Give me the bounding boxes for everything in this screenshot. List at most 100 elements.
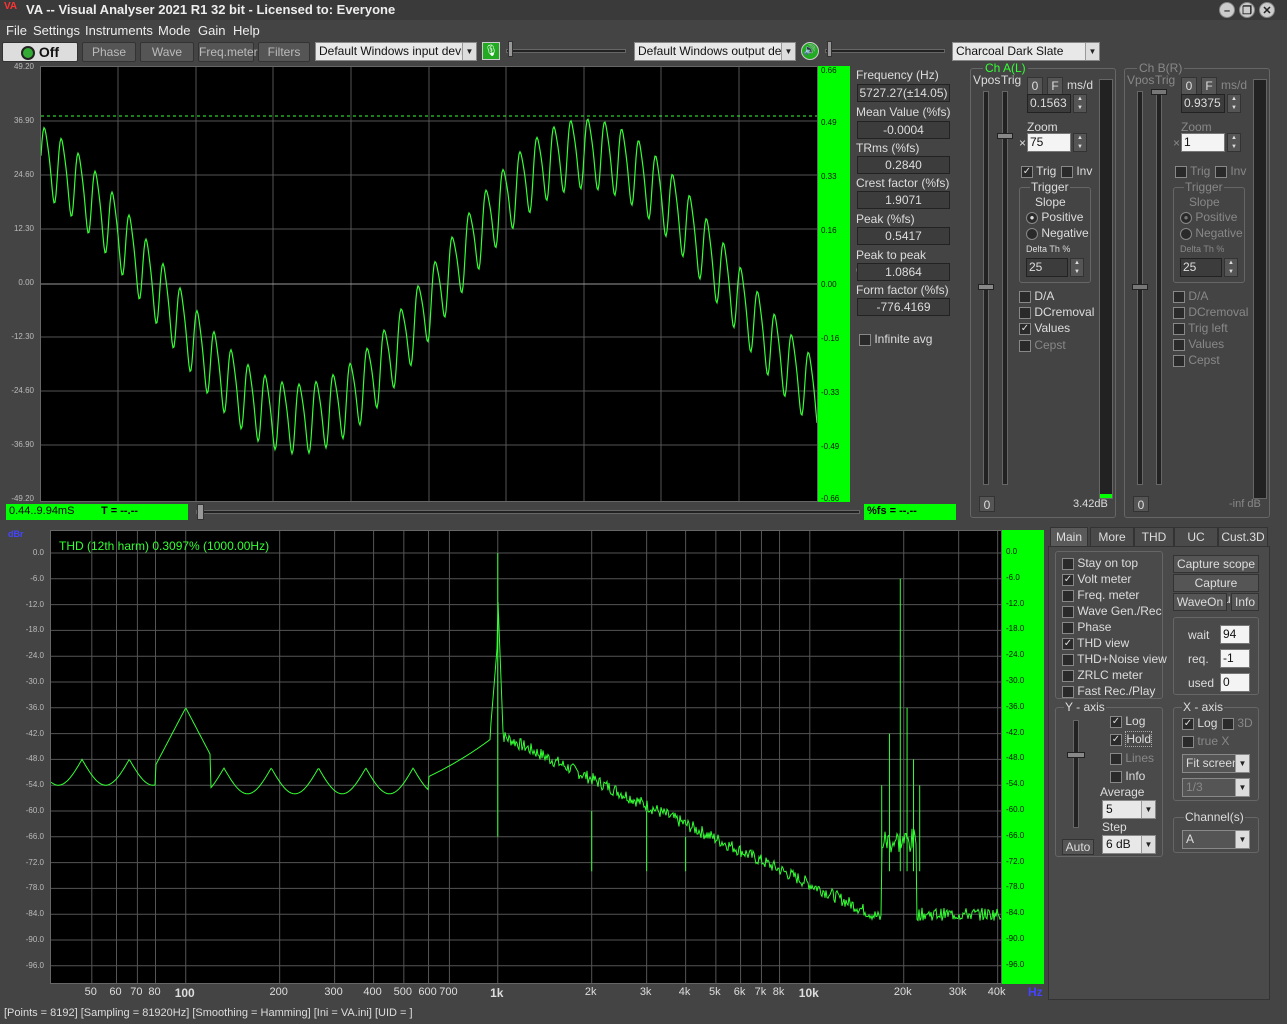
da-checkbox[interactable]: D/A bbox=[1019, 289, 1054, 303]
channels-select[interactable]: A ▼ bbox=[1182, 830, 1250, 849]
step-select[interactable]: 6 dB ▼ bbox=[1102, 835, 1156, 854]
truex-checkbox[interactable]: true X bbox=[1182, 734, 1229, 748]
cepst-checkbox[interactable]: Cepst bbox=[1173, 353, 1220, 367]
capture-scope-button[interactable]: Capture scope bbox=[1173, 555, 1259, 573]
zero-button[interactable]: 0 bbox=[1181, 77, 1197, 95]
tab-main[interactable]: Main bbox=[1050, 527, 1088, 547]
fast-rec-checkbox[interactable]: Fast Rec./Play bbox=[1062, 684, 1155, 698]
delta-input[interactable]: 25 bbox=[1180, 258, 1222, 277]
delta-input[interactable]: 25 bbox=[1026, 258, 1068, 277]
positive-radio[interactable]: ● Positive bbox=[1180, 210, 1237, 224]
tab-more[interactable]: More bbox=[1090, 527, 1134, 547]
dcremoval-checkbox[interactable]: DCremoval bbox=[1173, 305, 1248, 319]
filters-button[interactable]: Filters bbox=[258, 42, 310, 62]
microphone-icon[interactable]: 🎙 bbox=[482, 42, 500, 60]
x-log-checkbox[interactable]: ✓ Log bbox=[1182, 716, 1217, 730]
phase-button[interactable]: Phase bbox=[82, 42, 136, 62]
spectrum-display[interactable]: THD (12th harm) 0.3097% (1000.00Hz) bbox=[50, 530, 1002, 984]
cha-bottom-zero[interactable]: 0 bbox=[979, 496, 995, 512]
vpos-thumb[interactable] bbox=[978, 284, 994, 290]
minimize-icon[interactable]: – bbox=[1219, 2, 1235, 18]
lines-checkbox[interactable]: Lines bbox=[1110, 751, 1154, 765]
msd-spinner[interactable]: ▲ ▼ bbox=[1227, 94, 1241, 113]
positive-radio[interactable]: ● Positive bbox=[1026, 210, 1083, 224]
inv-checkbox[interactable]: Inv bbox=[1061, 164, 1092, 178]
vpos-thumb[interactable] bbox=[1132, 284, 1148, 290]
zoom-input[interactable]: 1 bbox=[1181, 133, 1225, 152]
f-button[interactable]: F bbox=[1047, 77, 1063, 95]
trig-thumb[interactable] bbox=[1151, 89, 1167, 95]
octave-select[interactable]: 1/3 ▼ bbox=[1182, 778, 1250, 797]
zero-button[interactable]: 0 bbox=[1027, 77, 1043, 95]
y-axis-slider[interactable] bbox=[1073, 720, 1079, 828]
theme-select[interactable]: Charcoal Dark Slate ▼ bbox=[952, 42, 1100, 61]
auto-button[interactable]: Auto bbox=[1062, 839, 1094, 855]
trig-left-checkbox[interactable]: Trig left bbox=[1173, 321, 1228, 335]
tab-thd[interactable]: THD bbox=[1134, 527, 1174, 547]
input-device-select[interactable]: Default Windows input device ▼ bbox=[315, 42, 477, 61]
zoom-input[interactable]: 75 bbox=[1027, 133, 1071, 152]
negative-radio[interactable]: Negative bbox=[1026, 226, 1089, 240]
y-axis-thumb[interactable] bbox=[1067, 752, 1085, 758]
hold-checkbox[interactable]: ✓ Hold bbox=[1110, 731, 1153, 747]
capture-spectrum-button[interactable]: Capture spectrum bbox=[1173, 574, 1259, 606]
zoom-spinner[interactable]: ▲ ▼ bbox=[1227, 133, 1241, 152]
restore-icon[interactable]: ❐ bbox=[1239, 2, 1255, 18]
phase-checkbox[interactable]: Phase bbox=[1062, 620, 1111, 634]
close-icon[interactable]: ✕ bbox=[1259, 2, 1275, 18]
msd-input[interactable]: 0.1563 bbox=[1027, 94, 1071, 113]
oscilloscope-display[interactable] bbox=[40, 66, 818, 502]
values-checkbox[interactable]: ✓ Values bbox=[1019, 321, 1070, 335]
info-checkbox[interactable]: Info bbox=[1110, 769, 1145, 783]
thd-view-checkbox[interactable]: ✓ THD view bbox=[1062, 636, 1129, 650]
inv-checkbox[interactable]: Inv bbox=[1215, 164, 1246, 178]
menu-instruments[interactable]: Instruments bbox=[85, 23, 153, 38]
freqmeter-button[interactable]: Freq.meter bbox=[198, 42, 258, 62]
wave-gen-checkbox[interactable]: Wave Gen./Rec bbox=[1062, 604, 1162, 618]
speaker-icon[interactable]: 🔊 bbox=[801, 42, 819, 60]
input-volume-thumb[interactable] bbox=[508, 41, 513, 57]
zrlc-checkbox[interactable]: ZRLC meter bbox=[1062, 668, 1143, 682]
output-volume-slider[interactable] bbox=[825, 49, 945, 53]
msd-input[interactable]: 0.9375 bbox=[1181, 94, 1225, 113]
scope-position-slider[interactable] bbox=[196, 510, 860, 514]
trig-slider[interactable] bbox=[1002, 91, 1008, 485]
values-checkbox[interactable]: Values bbox=[1173, 337, 1224, 351]
dcremoval-checkbox[interactable]: DCremoval bbox=[1019, 305, 1094, 319]
menu-settings[interactable]: Settings bbox=[33, 23, 80, 38]
cepst-checkbox[interactable]: Cepst bbox=[1019, 338, 1066, 352]
trig-checkbox[interactable]: ✓ Trig bbox=[1021, 164, 1056, 178]
trig-checkbox[interactable]: Trig bbox=[1175, 164, 1210, 178]
waveon-button[interactable]: WaveOn bbox=[1173, 593, 1227, 611]
menu-help[interactable]: Help bbox=[233, 23, 260, 38]
da-checkbox[interactable]: D/A bbox=[1173, 289, 1208, 303]
tab-uc[interactable]: UC bbox=[1174, 527, 1218, 547]
info-button[interactable]: Info bbox=[1231, 593, 1259, 611]
trig-thumb[interactable] bbox=[997, 133, 1013, 139]
thd-noise-checkbox[interactable]: THD+Noise view bbox=[1062, 652, 1167, 666]
output-volume-thumb[interactable] bbox=[827, 41, 832, 57]
trig-slider[interactable] bbox=[1156, 91, 1162, 485]
log-checkbox[interactable]: ✓ Log bbox=[1110, 714, 1145, 728]
msd-spinner[interactable]: ▲ ▼ bbox=[1073, 94, 1087, 113]
chb-bottom-zero[interactable]: 0 bbox=[1133, 496, 1149, 512]
infinite-avg-checkbox[interactable]: Infinite avg bbox=[859, 332, 932, 346]
f-button[interactable]: F bbox=[1201, 77, 1217, 95]
power-button[interactable]: Off bbox=[2, 42, 78, 62]
menu-file[interactable]: File bbox=[6, 23, 27, 38]
average-select[interactable]: 5 ▼ bbox=[1102, 800, 1156, 819]
delta-spinner[interactable]: ▲ ▼ bbox=[1224, 258, 1238, 277]
zoom-spinner[interactable]: ▲ ▼ bbox=[1073, 133, 1087, 152]
fit-select[interactable]: Fit screen ▼ bbox=[1182, 754, 1250, 773]
input-volume-slider[interactable] bbox=[506, 49, 626, 53]
tab-cust3d[interactable]: Cust.3D bbox=[1218, 527, 1268, 547]
scope-position-thumb[interactable] bbox=[197, 504, 204, 520]
volt-meter-checkbox[interactable]: ✓ Volt meter bbox=[1062, 572, 1131, 586]
stay-on-top-checkbox[interactable]: Stay on top bbox=[1062, 556, 1138, 570]
output-device-select[interactable]: Default Windows output devic ▼ bbox=[634, 42, 796, 61]
delta-spinner[interactable]: ▲ ▼ bbox=[1070, 258, 1084, 277]
threed-checkbox[interactable]: 3D bbox=[1222, 716, 1253, 730]
wave-button[interactable]: Wave bbox=[140, 42, 194, 62]
menu-gain[interactable]: Gain bbox=[198, 23, 225, 38]
negative-radio[interactable]: Negative bbox=[1180, 226, 1243, 240]
